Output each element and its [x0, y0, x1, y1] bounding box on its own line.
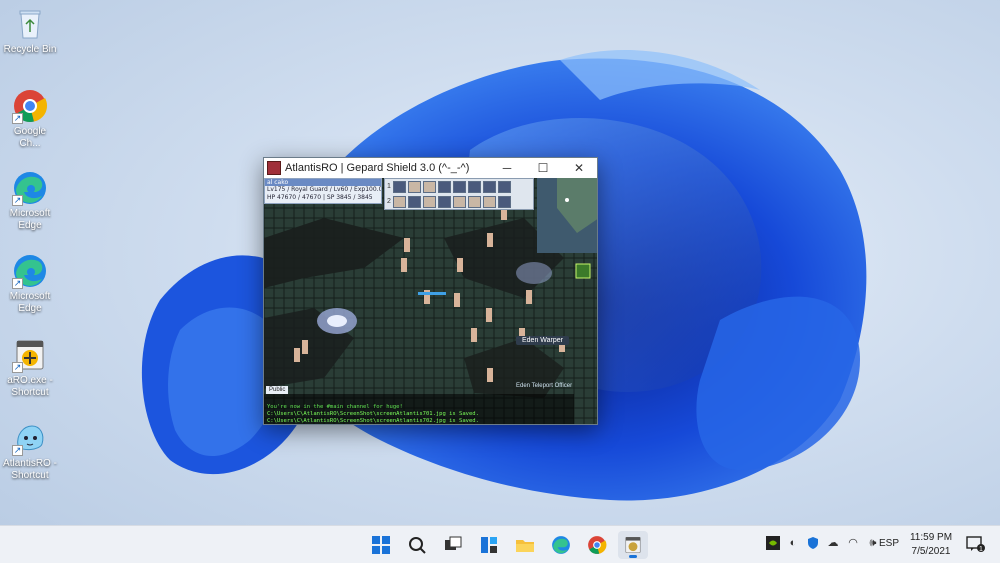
npc-name-label: Eden Warper [516, 336, 569, 345]
game-viewport[interactable]: al cako Lv175 / Royal Guard / Lv60 / Exp… [264, 178, 597, 424]
minimize-button[interactable]: ─ [489, 158, 525, 178]
hotkey-slot[interactable] [453, 180, 466, 193]
app-icon [267, 161, 281, 175]
clock-time: 11:59 PM [909, 532, 953, 543]
chat-line: C:\Users\C\AtlantisRO\ScreenShot\screenA… [267, 411, 479, 417]
hotkey-slot[interactable] [423, 195, 436, 208]
shortcut-arrow-icon: ↗ [12, 113, 23, 124]
hotkey-slot[interactable] [498, 195, 511, 208]
file-explorer-button[interactable] [510, 531, 540, 559]
desktop-icon-label: Google Ch... [13, 126, 47, 149]
edge-taskbar-button[interactable] [546, 531, 576, 559]
desktop-icon-edge-1[interactable]: ↗ Microsoft Edge [2, 170, 58, 232]
task-view-button[interactable] [438, 531, 468, 559]
shortcut-arrow-icon: ↗ [12, 362, 23, 373]
hotkey-slot[interactable] [393, 180, 406, 193]
volume-icon[interactable]: 🕪 [866, 536, 880, 550]
atlantisro-icon: ↗ [12, 420, 48, 456]
hotkey-slot[interactable] [438, 180, 451, 193]
shortcut-arrow-icon: ↗ [12, 278, 23, 289]
clock-date: 7/5/2021 [911, 546, 951, 557]
taskbar: ◐ ☁ ◠ 🕪 ESP 11:59 PM 7/5/2021 1 [0, 525, 1000, 563]
chat-tab-public[interactable]: Public [266, 386, 289, 394]
character-info-panel[interactable]: al cako Lv175 / Royal Guard / Lv60 / Exp… [264, 178, 382, 204]
hotkey-slot[interactable] [498, 180, 511, 193]
desktop-icon-atlantisro[interactable]: ↗ AtlantisRO - Shortcut [2, 420, 58, 482]
task-view-icon [445, 536, 462, 550]
chat-line: C:\Users\C\AtlantisRO\ScreenShot\screenA… [267, 418, 479, 424]
desktop-icon-edge-2[interactable]: ↗ Microsoft Edge [2, 253, 58, 315]
notification-button[interactable]: 1 [964, 535, 986, 553]
steam-icon[interactable]: ◐ [786, 536, 800, 550]
desktop-icon-label: Microsoft Edge [9, 208, 51, 231]
desktop-icon-label: AtlantisRO - Shortcut [3, 458, 57, 481]
desktop-icon-recycle-bin[interactable]: Recycle Bin [2, 6, 58, 56]
hotkey-slot[interactable] [438, 195, 451, 208]
edge-icon: ↗ [12, 253, 48, 289]
notification-icon: 1 [966, 536, 985, 553]
desktop-icon-label: Microsoft Edge [9, 291, 51, 314]
shortcut-arrow-icon: ↗ [12, 445, 23, 456]
edge-icon [552, 536, 570, 554]
chrome-icon: ↗ [12, 88, 48, 124]
chat-line: You're now in the #main channel for huge… [267, 404, 403, 410]
start-button[interactable] [366, 531, 396, 559]
widgets-button[interactable] [474, 531, 504, 559]
search-button[interactable] [402, 531, 432, 559]
search-icon [409, 537, 426, 554]
game-exe-icon: ↗ [12, 337, 48, 373]
hotkey-slot[interactable] [393, 195, 406, 208]
character-hp-sp-line: HP 47670 / 47670 | SP 3845 / 3845 [267, 194, 373, 201]
hotkey-slot[interactable] [468, 195, 481, 208]
edge-icon: ↗ [12, 170, 48, 206]
hotkey-slot[interactable] [468, 180, 481, 193]
hotkey-slot[interactable] [483, 180, 496, 193]
file-explorer-icon [516, 540, 534, 552]
system-tray: ◐ ☁ ◠ 🕪 [766, 536, 880, 550]
widgets-icon [481, 537, 497, 553]
window-title: AtlantisRO | Gepard Shield 3.0 (^-_-^) [285, 162, 470, 174]
game-taskbar-button[interactable] [618, 531, 648, 559]
window-titlebar[interactable]: AtlantisRO | Gepard Shield 3.0 (^-_-^) ─… [264, 158, 597, 178]
hotkey-slot[interactable] [423, 180, 436, 193]
close-button[interactable]: ✕ [561, 158, 597, 178]
hotkey-slot[interactable] [483, 195, 496, 208]
chrome-icon [588, 536, 607, 554]
hotkey-slot[interactable] [453, 195, 466, 208]
character-level-line: Lv175 / Royal Guard / Lv60 / Exp100.0% [267, 186, 381, 193]
svg-text:1: 1 [979, 546, 983, 553]
hotkey-bar[interactable]: 1 2 [384, 178, 534, 210]
chrome-taskbar-button[interactable] [582, 531, 612, 559]
npc-name-label: Eden Teleport Officer [516, 383, 573, 389]
minimap[interactable] [537, 178, 597, 253]
nvidia-icon[interactable] [766, 536, 780, 550]
wifi-icon[interactable]: ◠ [846, 536, 860, 550]
game-window[interactable]: AtlantisRO | Gepard Shield 3.0 (^-_-^) ─… [263, 157, 598, 425]
character-name: al cako [265, 179, 381, 186]
language-indicator[interactable]: ESP [879, 538, 899, 549]
maximize-button[interactable]: ☐ [525, 158, 561, 178]
clock[interactable]: 11:59 PM 7/5/2021 [904, 531, 958, 559]
security-icon[interactable] [806, 536, 820, 550]
chat-window[interactable]: Public You're now in the #main channel f… [264, 386, 574, 424]
shortcut-arrow-icon: ↗ [12, 195, 23, 206]
game-app-icon [625, 536, 641, 554]
desktop-icon-chrome[interactable]: ↗ Google Ch... [2, 88, 58, 150]
hotkey-slot[interactable] [408, 180, 421, 193]
taskbar-apps [366, 531, 648, 559]
network-icon[interactable]: ☁ [826, 536, 840, 550]
desktop-icon-label: aRO.exe - Shortcut [7, 375, 53, 398]
start-icon [372, 536, 390, 554]
recycle-bin-icon [12, 6, 48, 42]
desktop-icon-aro-exe[interactable]: ↗ aRO.exe - Shortcut [2, 337, 58, 399]
hotkey-slot[interactable] [408, 195, 421, 208]
desktop-icon-label: Recycle Bin [3, 44, 57, 55]
